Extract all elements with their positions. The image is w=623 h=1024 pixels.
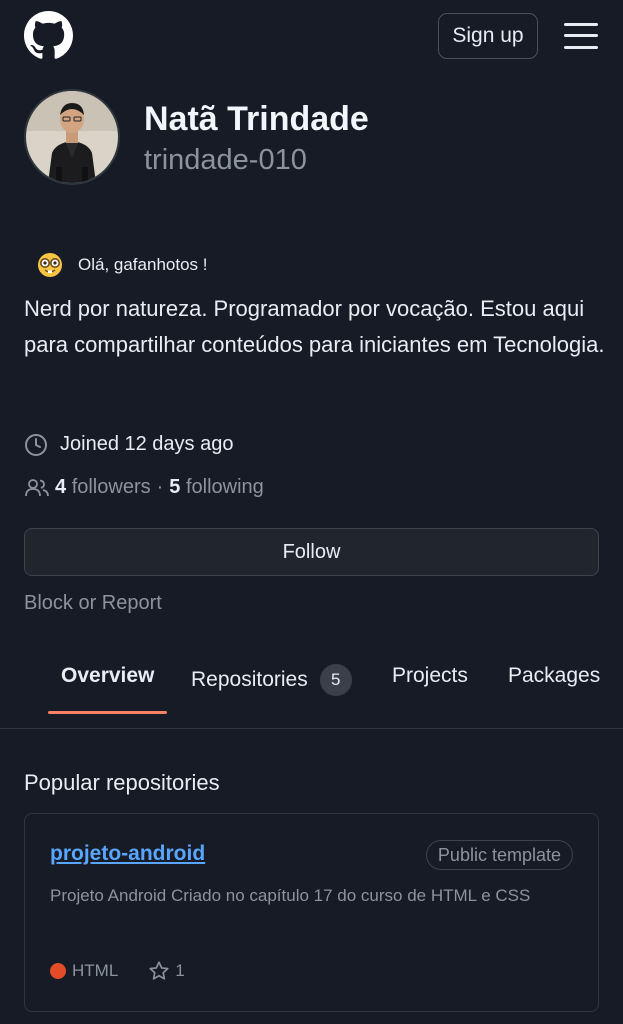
- profile-tabs: Overview Repositories 5 Projects Package…: [0, 650, 623, 729]
- avatar[interactable]: [24, 89, 120, 185]
- repo-star-count: 1: [175, 961, 185, 980]
- followers-label: followers: [71, 476, 151, 498]
- nerd-face-emoji-icon: [38, 253, 62, 277]
- follow-button[interactable]: Follow: [24, 528, 599, 576]
- tab-overview-label: Overview: [61, 664, 155, 687]
- repo-language: HTML: [72, 961, 119, 980]
- clock-icon: [25, 434, 47, 456]
- github-logo-icon[interactable]: [24, 11, 73, 60]
- status-text: Olá, gafanhotos !: [78, 255, 208, 274]
- tab-projects[interactable]: Projects: [392, 664, 468, 688]
- user-status: Olá, gafanhotos !: [24, 250, 207, 280]
- tab-packages-label: Packages: [508, 664, 601, 687]
- stats-separator: ·: [156, 476, 164, 498]
- tab-repositories-label: Repositories: [191, 668, 308, 691]
- language-color-dot: [50, 963, 66, 979]
- following-label: following: [185, 476, 264, 498]
- top-header: Sign up: [0, 0, 623, 72]
- block-or-report-link[interactable]: Block or Report: [24, 592, 162, 615]
- follow-stats: 4 followers · 5 following: [24, 476, 264, 499]
- repo-description: Projeto Android Criado no capítulo 17 do…: [50, 886, 531, 905]
- repo-card: projeto-android Public template Projeto …: [24, 813, 599, 1012]
- repositories-count-badge: 5: [319, 664, 352, 696]
- profile-bio: Nerd por natureza. Programador por vocaç…: [24, 296, 605, 357]
- profile-name: Natã Trindade: [144, 100, 369, 138]
- repo-meta: HTML 1: [50, 960, 185, 982]
- repo-name-link[interactable]: projeto-android: [50, 842, 205, 866]
- tab-repositories[interactable]: Repositories 5: [191, 664, 352, 696]
- following-count: 5: [169, 476, 181, 498]
- active-tab-indicator: [48, 711, 167, 714]
- repo-stars-link[interactable]: 1: [148, 960, 185, 982]
- followers-link[interactable]: 4 followers: [55, 476, 151, 499]
- profile-username: trindade-010: [144, 144, 307, 176]
- tab-overview[interactable]: Overview: [61, 664, 154, 688]
- tab-packages[interactable]: Packages: [508, 664, 600, 688]
- tab-projects-label: Projects: [392, 664, 468, 687]
- hamburger-menu-icon[interactable]: [564, 22, 598, 50]
- following-link[interactable]: 5 following: [169, 476, 264, 499]
- sign-up-button[interactable]: Sign up: [438, 13, 538, 59]
- people-icon: [25, 478, 49, 496]
- followers-count: 4: [55, 476, 67, 498]
- repo-visibility-badge: Public template: [425, 840, 573, 870]
- star-icon: [149, 961, 169, 980]
- joined-date: Joined 12 days ago: [24, 432, 233, 456]
- joined-text: Joined 12 days ago: [60, 432, 234, 455]
- popular-repositories-title: Popular repositories: [24, 770, 220, 795]
